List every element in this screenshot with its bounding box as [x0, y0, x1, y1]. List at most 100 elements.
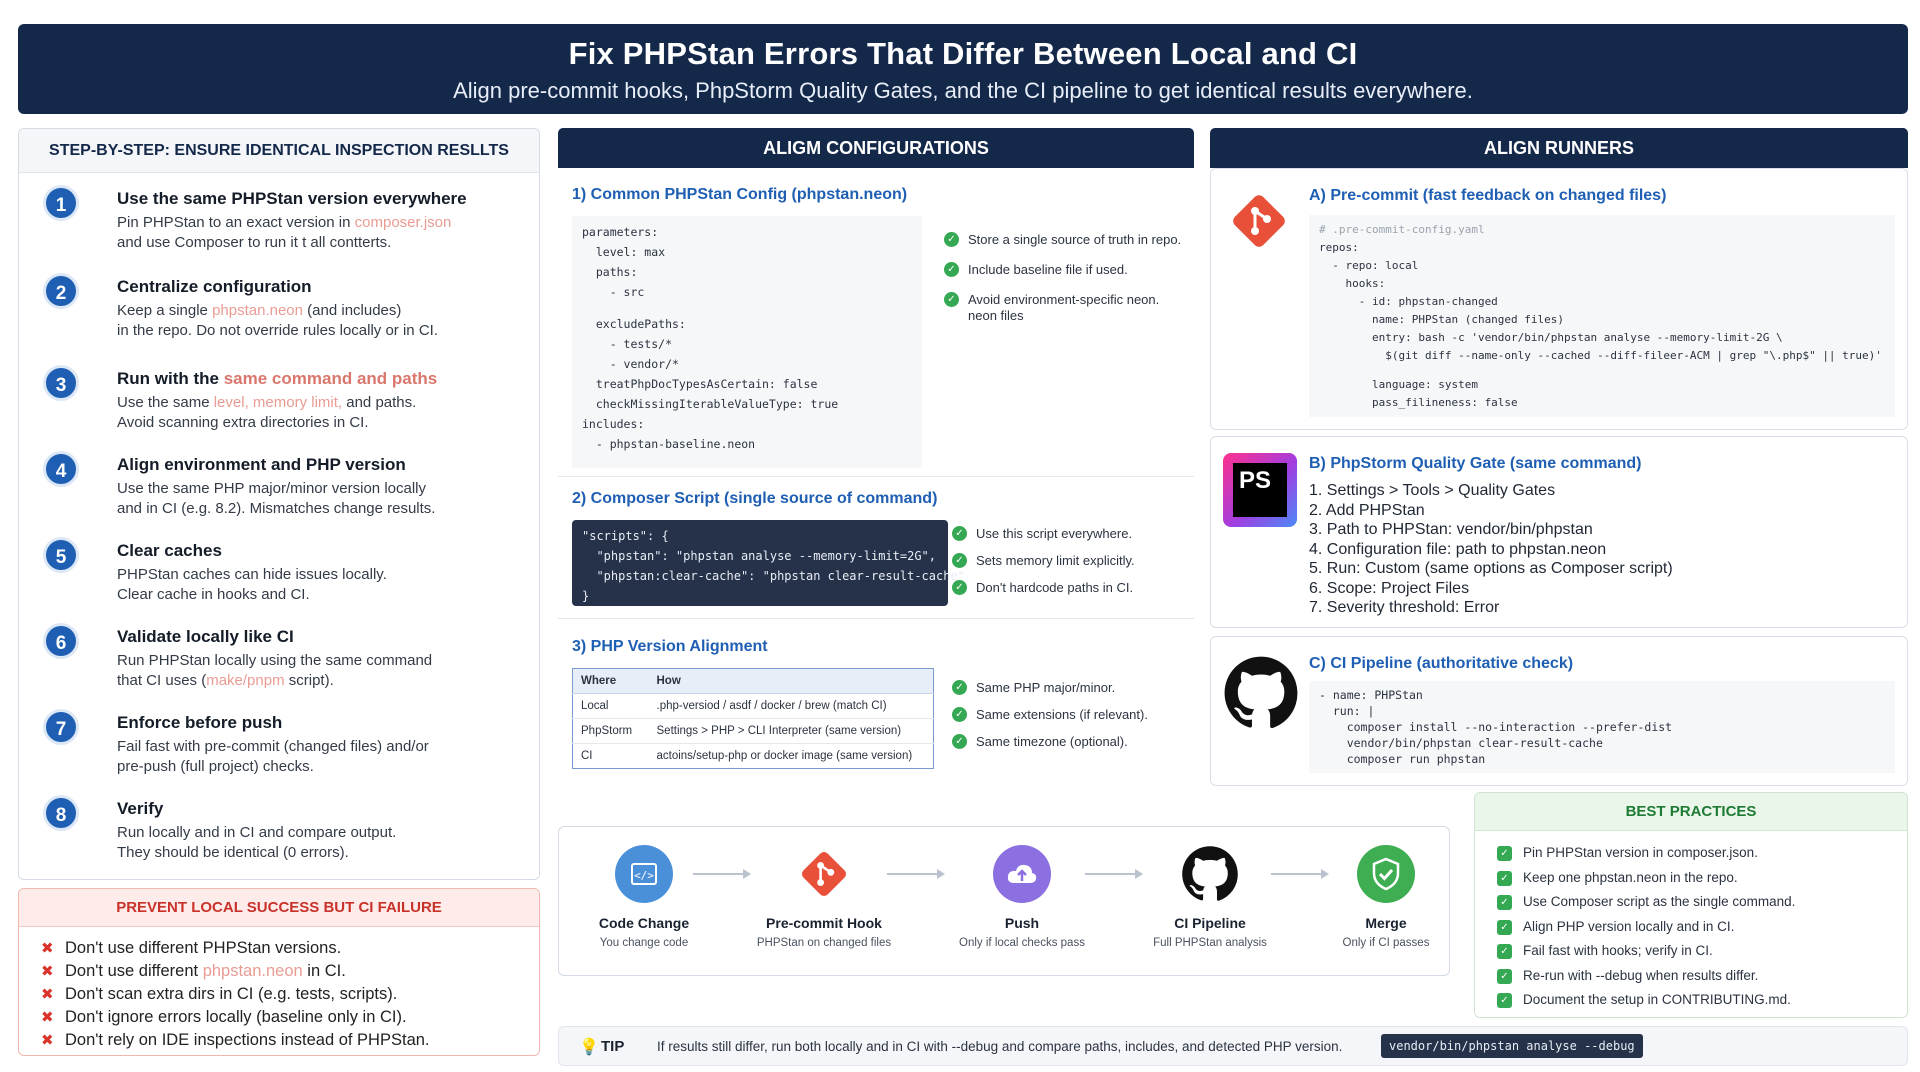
config-panel: ALIGM CONFIGURATIONS 1) Common PHPStan C… — [558, 128, 1194, 788]
step-text: Clear cache in hooks and CI. — [117, 586, 310, 603]
code-line: run: | — [1319, 704, 1375, 718]
code-line: excludePaths: — [582, 316, 686, 331]
check-text: Don't hardcode paths in CI. — [976, 580, 1134, 595]
list-item: 1. Settings > Tools > Quality Gates — [1309, 482, 1556, 499]
code-line: - repo: local — [1319, 259, 1419, 272]
table-cell: .php-versiod / asdf / docker / brew (mat… — [648, 693, 934, 719]
check-icon: ✓ — [1497, 919, 1512, 935]
step-body: Fail fast with pre-commit (changed files… — [117, 737, 537, 777]
shield-check-icon — [1357, 845, 1415, 903]
step-text: that CI uses ( — [117, 672, 207, 689]
check-icon: ✓ — [952, 553, 967, 568]
x-icon: ✖ — [41, 963, 54, 980]
check-text: Store a single source of truth in repo. — [968, 232, 1182, 247]
prevent-panel: PREVENT LOCAL SUCCESS BUT CI FAILURE ✖ Do… — [18, 888, 540, 1056]
step-text: Run locally and in CI and compare output… — [117, 824, 397, 841]
check-text: Same timezone (optional). — [976, 734, 1128, 749]
code-line: - tests/* — [582, 336, 673, 351]
flow-sub: Full PHPStan analysis — [1153, 937, 1267, 949]
table-cell: PhpStorm — [572, 718, 649, 744]
code-line: "scripts": { — [582, 529, 669, 543]
steps-panel: STEP-BY-STEP: ENSURE IDENTICAL INSPECTIO… — [18, 128, 540, 880]
step-text: Use the same PHP major/minor version loc… — [117, 480, 427, 497]
check-icon: ✓ — [1497, 870, 1512, 886]
table-row: PhpStorm Settings > PHP > CLI Interprete… — [572, 718, 934, 744]
tip-code: vendor/bin/phpstan analyse --debug — [1381, 1034, 1643, 1058]
check-text: Avoid environment-specific neon. neon fi… — [968, 292, 1160, 323]
step-text: pre-push (full project) checks. — [117, 758, 314, 775]
check-icon: ✓ — [952, 734, 967, 749]
step-title: Enforce before push — [117, 713, 283, 732]
code-icon: </> — [615, 845, 673, 903]
code-line: "phpstan": "phpstan analyse --memory-lim… — [582, 549, 937, 563]
x-icon: ✖ — [41, 940, 54, 957]
step-highlight: composer.json — [354, 214, 452, 231]
step-title-text: Run with the — [117, 369, 224, 388]
step-text: in the repo. Do not override rules local… — [117, 322, 438, 339]
check-icon: ✓ — [944, 232, 959, 247]
step-title: Verify — [117, 799, 164, 818]
steps-heading: STEP-BY-STEP: ENSURE IDENTICAL INSPECTIO… — [19, 129, 539, 173]
prevent-text: Don't use different PHPStan versions. — [65, 939, 342, 957]
git-icon — [795, 845, 853, 903]
prevent-item: ✖ Don't ignore errors locally (baseline o… — [41, 1006, 539, 1029]
tip-label: TIP — [601, 1038, 625, 1055]
prevent-text: Don't use different — [65, 962, 203, 980]
step-number: 6 — [43, 623, 79, 659]
step-text: and use Composer to run it t all contter… — [117, 234, 392, 251]
code-line: "phpstan:clear-cache": "phpstan clear-re… — [582, 569, 965, 583]
check-item: ✓ Avoid environment-specific neon. neon f… — [944, 292, 1184, 324]
step-text: script). — [284, 672, 334, 689]
code-line: includes: — [582, 416, 645, 431]
config-heading: ALIGM CONFIGURATIONS — [558, 128, 1194, 168]
list-item: 6. Scope: Project Files — [1309, 579, 1470, 597]
check-text: Sets memory limit explicitly. — [976, 553, 1135, 568]
step-text: (and includes) — [303, 302, 402, 319]
check-item: ✓ Sets memory limit explicitly. — [952, 553, 1182, 569]
phpstorm-icon: PS — [1223, 453, 1297, 527]
code-line: # .pre-commit-config.yaml — [1319, 223, 1485, 236]
ci-pipeline-code: - name: PHPStan run: | composer install … — [1309, 681, 1895, 773]
code-line: composer install --no-interaction --pref… — [1319, 720, 1673, 734]
table-cell: CI — [581, 750, 593, 762]
flow-label: Push — [1004, 915, 1040, 931]
flow-node-code-change: </> Code Change You change code — [559, 845, 729, 949]
config-section-2-title: 2) Composer Script (single source of com… — [572, 490, 938, 507]
best-text: Document the setup in CONTRIBUTING.md. — [1523, 992, 1791, 1007]
flow-node-push: Push Only if local checks pass — [937, 845, 1107, 949]
divider — [558, 476, 1194, 477]
flow-label: Merge — [1365, 915, 1407, 931]
x-icon: ✖ — [41, 986, 54, 1003]
step-title: Align environment and PHP version — [117, 455, 406, 474]
runners-panel: ALIGN RUNNERS A) Pre-commit (fast feedba… — [1210, 128, 1908, 788]
best-practices-list: ✓ Pin PHPStan version in composer.json. ✓… — [1475, 831, 1907, 1013]
prevent-text: in CI. — [302, 962, 346, 980]
flow-sub: Only if CI passes — [1342, 937, 1430, 949]
code-line: composer run phpstan — [1319, 752, 1486, 766]
table-row: Local .php-versiod / asdf / docker / bre… — [572, 693, 934, 719]
check-icon: ✓ — [952, 707, 967, 722]
runners-heading: ALIGN RUNNERS — [1210, 128, 1908, 168]
prevent-heading: PREVENT LOCAL SUCCESS BUT CI FAILURE — [19, 889, 539, 927]
cloud-upload-icon — [993, 845, 1051, 903]
best-item: ✓ Fail fast with hooks; verify in CI. — [1497, 939, 1907, 964]
best-text: Fail fast with hooks; verify in CI. — [1523, 943, 1713, 958]
code-line: - name: PHPStan — [1319, 688, 1423, 702]
code-line: - vendor/* — [582, 356, 679, 371]
page-subtitle: Align pre-commit hooks, PhpStorm Quality… — [453, 78, 1473, 103]
check-icon: ✓ — [944, 292, 959, 307]
check-item: ✓ Same extensions (if relevant). — [952, 707, 1182, 723]
step-text: Use the same — [117, 394, 214, 411]
svg-text:</>: </> — [634, 869, 654, 882]
step-number: 4 — [43, 451, 79, 487]
step-number: 5 — [43, 537, 79, 573]
flow-node-precommit: Pre-commit Hook PHPStan on changed files — [739, 845, 909, 949]
step-highlight: make/pnpm — [206, 672, 285, 689]
flow-arrow — [887, 869, 945, 879]
check-item: ✓ Include baseline file if used. — [944, 262, 1184, 278]
code-line: language: system — [1319, 378, 1478, 391]
flow-label: Pre-commit Hook — [766, 915, 882, 931]
step-number: 8 — [43, 795, 79, 831]
code-line: - id: phpstan-changed — [1319, 295, 1498, 308]
